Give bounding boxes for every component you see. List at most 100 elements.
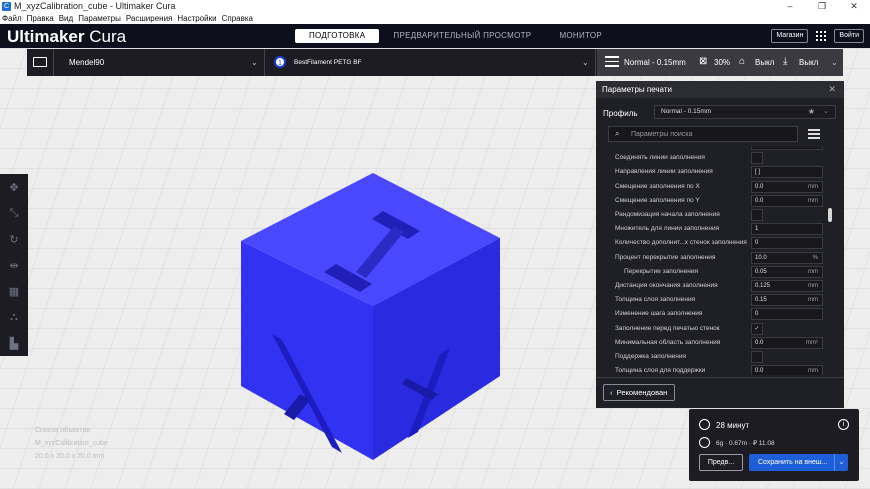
print-settings-selector[interactable]: Normal - 0.15mm ⊠ 30% ⌂ Выкл ⤓ Выкл ⌄ — [597, 49, 843, 76]
setting-value-field[interactable]: 0.125 mm — [751, 280, 823, 292]
setting-checkbox[interactable]: ✓ — [751, 322, 763, 335]
setting-value-field[interactable]: 0.0 mm — [751, 194, 823, 207]
stage-tabs: ПОДГОТОВКА ПРЕДВАРИТЕЛЬНЫЙ ПРОСМОТР МОНИ… — [295, 29, 616, 43]
apps-grid-icon[interactable] — [816, 31, 827, 41]
marketplace-button[interactable]: Магазин — [771, 29, 809, 43]
printer-name: Mendel90 — [69, 58, 105, 67]
minimize-button[interactable]: – — [774, 0, 806, 12]
menu-preferences[interactable]: Настройки — [177, 14, 216, 23]
setting-label: Соединять линии заполнения — [615, 154, 705, 162]
profile-dropdown[interactable]: Normal - 0.15mm ★ ⌄ — [654, 105, 836, 119]
scale-tool-icon[interactable]: ⤡ — [0, 200, 28, 226]
setting-value: 0.0 — [755, 197, 764, 204]
setting-unit: mm — [808, 268, 818, 275]
setting-value-field[interactable]: Линии — [751, 147, 823, 150]
recommended-button[interactable]: ‹ Рекомендован — [603, 384, 675, 401]
setting-value-field[interactable]: 0 — [751, 237, 823, 250]
open-file-button[interactable] — [27, 49, 54, 76]
mirror-tool-icon[interactable]: ⇹ — [0, 252, 28, 278]
setting-unit: mm — [808, 197, 818, 204]
save-to-disk-button[interactable]: Сохранить на внеш... ⌄ — [749, 454, 848, 471]
settings-search-input[interactable]: ⌕ Параметры поиска — [608, 126, 798, 142]
brand-logo: Ultimaker Cura — [7, 27, 127, 46]
setting-label: Изменение шага заполнения — [615, 310, 703, 318]
setting-value: 1 — [755, 226, 759, 233]
clock-icon — [699, 419, 710, 430]
per-model-settings-icon[interactable]: ▦ — [0, 278, 28, 304]
panel-header: Параметры печати ✕ — [596, 81, 844, 98]
setting-value: [ ] — [755, 169, 761, 176]
setting-value-field[interactable]: 0.0 mm — [751, 180, 823, 193]
support-blocker-icon[interactable]: ⛬ — [0, 304, 28, 330]
setting-row: Поддержка заполнения — [596, 350, 832, 364]
menu-file[interactable]: Файл — [2, 14, 22, 23]
setting-unit: mm² — [806, 339, 818, 346]
setting-checkbox[interactable] — [751, 152, 763, 165]
setting-row: Соединять линии заполнения — [596, 151, 832, 165]
adhesion-icon: ⤓ — [783, 56, 788, 67]
setting-value-field[interactable]: 1 — [751, 223, 823, 236]
object-name: M_xyzCalibration_cube — [35, 440, 108, 447]
tab-preview[interactable]: ПРЕДВАРИТЕЛЬНЫЙ ПРОСМОТР — [379, 29, 545, 43]
setting-unit: mm — [808, 283, 818, 289]
setting-value-field[interactable]: 0 — [751, 308, 823, 321]
star-icon[interactable]: ★ — [808, 106, 815, 118]
setting-value-field[interactable]: 0.15 mm — [751, 294, 823, 307]
folder-icon — [33, 57, 47, 67]
setting-row: Количество дополнит...х стенок заполнени… — [596, 236, 832, 250]
menu-view[interactable]: Вид — [59, 14, 73, 23]
layer-tool-icon[interactable]: ▙ — [0, 330, 28, 356]
setting-row: Изменение шага заполнения 0 — [596, 307, 832, 321]
menu-edit[interactable]: Правка — [27, 14, 54, 23]
setting-label: Количество дополнит...х стенок заполнени… — [615, 239, 747, 247]
app-header: Ultimaker Cura ПОДГОТОВКА ПРЕДВАРИТЕЛЬНЫ… — [0, 24, 870, 48]
setting-label: Заполнение перед печатью стенок — [615, 324, 720, 332]
preview-button[interactable]: Предв... — [699, 454, 743, 471]
spool-icon — [699, 437, 710, 448]
menu-help[interactable]: Справка — [222, 14, 253, 23]
setting-label: Процент перекрытие заполнения — [615, 253, 716, 261]
setting-checkbox[interactable] — [751, 209, 763, 221]
setting-label: Рандомизация начала заполнения — [615, 211, 720, 218]
setting-row: Процент перекрытие заполнения 10.0% — [596, 251, 832, 265]
window-title: M_xyzCalibration_cube - Ultimaker Cura — [14, 1, 176, 11]
menu-settings[interactable]: Параметры — [78, 14, 121, 23]
move-tool-icon[interactable]: ✥ — [0, 174, 28, 200]
menu-bar: Файл Правка Вид Параметры Расширения Нас… — [0, 12, 870, 24]
rotate-tool-icon[interactable]: ↻ — [0, 226, 28, 252]
setting-value-field[interactable]: 0.0 mm² — [751, 336, 823, 349]
object-dimensions: 20.0 x 20.0 x 20.0 mm — [35, 453, 105, 460]
window-titlebar: C M_xyzCalibration_cube - Ultimaker Cura… — [0, 0, 870, 12]
maximize-button[interactable]: ❐ — [806, 0, 838, 12]
close-window-button[interactable]: ✕ — [838, 0, 870, 12]
search-placeholder: Параметры поиска — [631, 131, 693, 138]
print-action-panel: 28 минут i 6g · 0.67m · ₽ 11.08 Предв...… — [689, 409, 859, 481]
material-selector[interactable]: 1 BestFilament PETG BF ⌄ — [266, 49, 596, 76]
setting-row: Множитель для линии заполнения 1 — [596, 222, 832, 236]
setting-row: Толщина слоя заполнения 0.15 mm — [596, 293, 832, 307]
setting-unit: mm — [808, 368, 818, 375]
signin-button[interactable]: Войти — [834, 29, 864, 43]
setting-value-field[interactable]: 0.0 mm — [751, 365, 823, 375]
menu-extensions[interactable]: Расширения — [126, 14, 173, 23]
tab-prepare[interactable]: ПОДГОТОВКА — [295, 29, 380, 43]
close-icon[interactable]: ✕ — [828, 81, 836, 98]
setting-value-field[interactable]: 10.0% — [751, 251, 823, 264]
setting-label: Толщина слоя для поддержки — [615, 367, 706, 375]
setting-row: Смещение заполнения по Y 0.0 mm — [596, 194, 832, 208]
search-icon: ⌕ — [615, 129, 620, 138]
setting-checkbox[interactable] — [751, 351, 763, 363]
infill-icon: ⊠ — [699, 56, 708, 67]
info-icon[interactable]: i — [838, 419, 849, 430]
object-list-toggle[interactable]: Список объектов — [35, 424, 108, 437]
chevron-down-icon[interactable]: ⌄ — [834, 454, 848, 471]
setting-value-field[interactable]: 0.05 mm — [751, 265, 823, 278]
setting-label: Смещение заполнения по Y — [615, 196, 700, 204]
setting-value-field[interactable]: [ ] — [751, 166, 823, 179]
scrollbar-thumb[interactable] — [828, 208, 832, 222]
print-settings-panel: Параметры печати ✕ Профиль Normal - 0.15… — [596, 81, 844, 408]
setting-unit: mm — [808, 297, 818, 304]
hamburger-menu-icon[interactable] — [808, 129, 820, 139]
tab-monitor[interactable]: МОНИТОР — [545, 29, 616, 43]
printer-selector[interactable]: Mendel90 ⌄ — [55, 49, 265, 76]
